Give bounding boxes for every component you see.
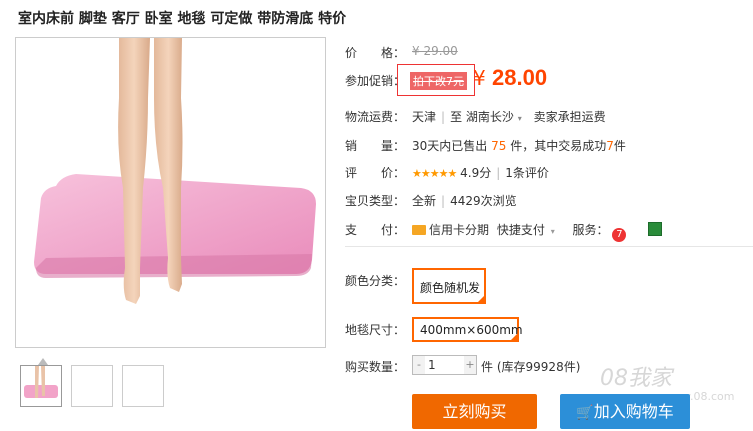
thumbnail-2[interactable] xyxy=(71,365,113,407)
add-to-cart-button[interactable]: 🛒加入购物车 xyxy=(560,394,690,429)
rating-label: 评 价： xyxy=(345,166,406,180)
sales-info: 30天内已售出 75 件，其中交易成功7件 xyxy=(412,137,626,154)
sold-count: 75 xyxy=(491,139,507,153)
add-to-cart-label: 加入购物车 xyxy=(593,402,674,421)
payment-label: 支 付： xyxy=(345,223,406,237)
quick-pay-link[interactable]: 快捷支付 xyxy=(497,223,545,237)
rug-illustration xyxy=(34,38,316,304)
sales-text-mid: 件，其中交易成功 xyxy=(510,139,607,153)
price-label: 价 格： xyxy=(345,46,406,60)
shipping-destination[interactable]: 湖南长沙 xyxy=(466,110,514,124)
quantity-stepper: - 1 + xyxy=(412,355,477,375)
service-label: 服务： xyxy=(572,223,609,237)
quantity-input[interactable]: 1 xyxy=(428,358,436,372)
chevron-down-icon[interactable]: ▾ xyxy=(518,114,522,123)
selected-check-icon xyxy=(477,295,485,303)
thumbnail-1[interactable] xyxy=(20,365,62,407)
review-count-link[interactable]: 1条评价 xyxy=(505,166,549,180)
item-type-label: 宝贝类型： xyxy=(345,194,406,208)
shopping-cart-icon: 🛒 xyxy=(576,405,594,421)
credit-card-icon xyxy=(412,225,426,235)
section-divider xyxy=(345,246,753,247)
credit-installment-link[interactable]: 信用卡分期 xyxy=(429,223,489,237)
selected-check-icon xyxy=(510,333,518,341)
color-option-value: 颜色随机发 xyxy=(420,281,481,295)
chevron-down-icon[interactable]: ▾ xyxy=(551,227,555,236)
item-condition: 全新 xyxy=(412,194,437,208)
original-price: ¥ 29.00 xyxy=(412,44,458,58)
shipping-to-prefix: 至 xyxy=(450,110,463,124)
color-option-label: 颜色分类： xyxy=(345,274,406,288)
seven-day-return-icon[interactable]: 7 xyxy=(612,228,627,242)
color-option-selected[interactable]: 颜色随机发 xyxy=(412,268,486,304)
guarantee-icon[interactable] xyxy=(648,222,663,236)
item-type-info: 全新 | 4429次浏览 xyxy=(412,194,517,208)
rating-score: 4.9分 xyxy=(460,166,492,180)
shipping-from: 天津 xyxy=(412,110,437,124)
size-option-value: 400mm×600mm xyxy=(420,323,523,337)
thumbnail-3[interactable] xyxy=(122,365,164,407)
promo-tag: 拍下改7元 xyxy=(410,72,467,90)
thumbnail-indicator xyxy=(38,358,48,365)
main-product-image[interactable] xyxy=(15,37,326,348)
sales-label: 销 量： xyxy=(345,139,406,153)
currency-symbol: ¥ xyxy=(473,66,486,90)
success-count: 7 xyxy=(606,139,614,153)
sales-text: 30天内已售出 xyxy=(412,139,488,153)
quantity-decrease-button[interactable]: - xyxy=(413,356,425,374)
promo-label: 参加促销： xyxy=(345,74,406,88)
rating-info: ★★★★★ 4.9分 | 1条评价 xyxy=(412,166,549,180)
rating-stars: ★★★★★ xyxy=(412,167,457,180)
size-option-label: 地毯尺寸： xyxy=(345,323,406,337)
buy-now-button[interactable]: 立刻购买 xyxy=(412,394,537,429)
shipping-note: 卖家承担运费 xyxy=(533,110,606,124)
thumbnail-rug-image xyxy=(24,366,58,398)
product-title: 室内床前 脚垫 客厅 卧室 地毯 可定做 带防滑底 特价 xyxy=(18,11,347,27)
quantity-unit: 件 xyxy=(481,360,494,374)
quantity-increase-button[interactable]: + xyxy=(464,356,476,374)
payment-info: 信用卡分期 快捷支付 ▾ 服务： 7 xyxy=(412,221,663,242)
view-count: 4429次浏览 xyxy=(450,194,517,208)
shipping-label: 物流运费： xyxy=(345,110,406,124)
promo-price: 28.00 xyxy=(492,65,548,90)
site-watermark: 08我家 xyxy=(600,366,672,391)
quantity-label: 购买数量： xyxy=(345,360,406,374)
shipping-info: 天津 | 至 湖南长沙 ▾ 卖家承担运费 xyxy=(412,110,606,124)
stock-info: 件 (库存99928件) xyxy=(481,358,580,375)
sales-unit: 件 xyxy=(613,139,626,153)
size-option-selected[interactable]: 400mm×600mm xyxy=(412,317,523,342)
stock-count: (库存99928件) xyxy=(496,360,581,374)
